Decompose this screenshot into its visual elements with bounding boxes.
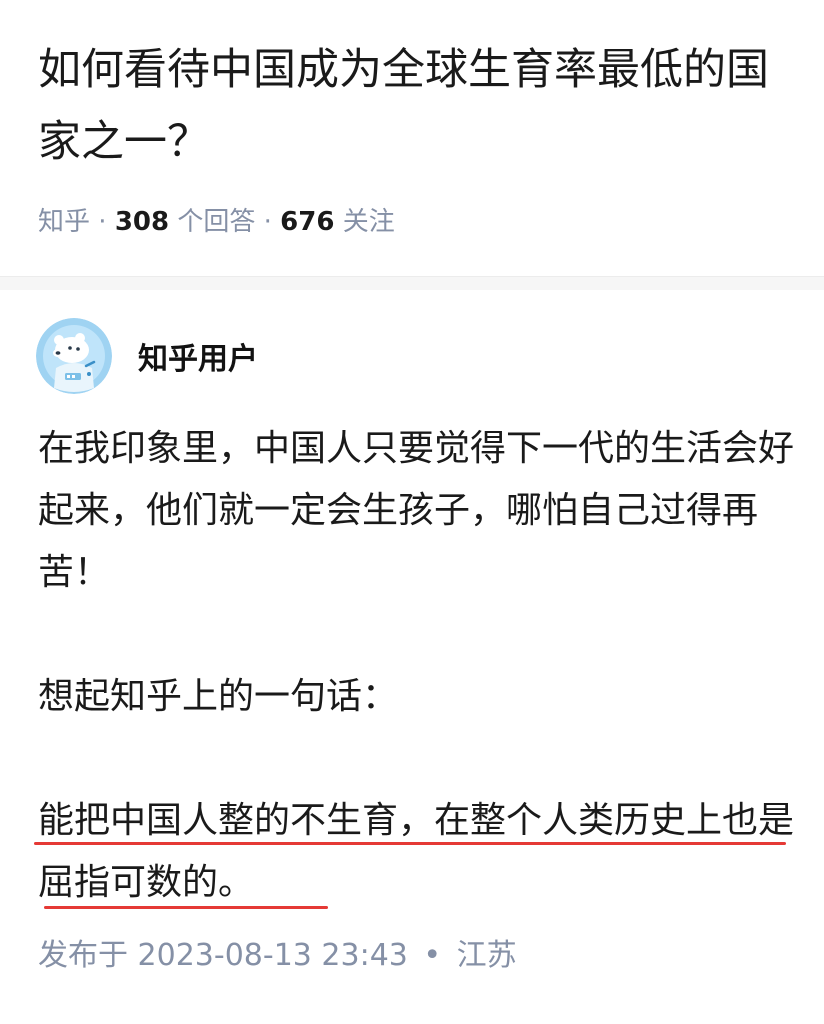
follow-count: 676: [280, 207, 335, 237]
answer-paragraph-highlighted: 能把中国人整的不生育，在整个人类历史上也是屈指可数的。: [38, 800, 795, 903]
answer-count-label: 个回答: [177, 207, 256, 237]
meta-separator: •: [423, 938, 442, 973]
author-name[interactable]: 知乎用户: [138, 334, 258, 378]
follow-count-label: 关注: [342, 207, 395, 237]
red-underline-mark: [34, 842, 786, 845]
answer-paragraph: 在我印象里，中国人只要觉得下一代的生活会好起来，他们就一定会生孩子，哪怕自己过得…: [38, 428, 795, 593]
answer-card: 知乎用户 在我印象里，中国人只要觉得下一代的生活会好起来，他们就一定会生孩子，哪…: [0, 290, 824, 1024]
answer-paragraph: 想起知乎上的一句话：: [38, 676, 399, 717]
avatar: [36, 318, 112, 394]
publish-location: 江苏: [456, 938, 517, 973]
author-row[interactable]: 知乎用户: [36, 316, 258, 396]
answer-body: 在我印象里，中国人只要觉得下一代的生活会好起来，他们就一定会生孩子，哪怕自己过得…: [38, 418, 798, 914]
question-title[interactable]: 如何看待中国成为全球生育率最低的国家之一？: [38, 34, 798, 178]
meta-separator: ·: [263, 207, 281, 237]
publish-info: 发布于 2023-08-13 23:43 • 江苏: [38, 934, 517, 978]
question-card: 如何看待中国成为全球生育率最低的国家之一？ 知乎 · 308 个回答 · 676…: [0, 0, 824, 277]
meta-separator: ·: [98, 207, 115, 237]
red-underline-mark: [44, 906, 328, 909]
publish-time: 发布于 2023-08-13 23:43: [38, 938, 408, 973]
zhihu-default-avatar-icon[interactable]: [36, 318, 112, 394]
answer-count: 308: [114, 207, 170, 237]
question-meta: 知乎 · 308 个回答 · 676 关注: [38, 202, 395, 242]
source-label[interactable]: 知乎: [38, 207, 90, 237]
